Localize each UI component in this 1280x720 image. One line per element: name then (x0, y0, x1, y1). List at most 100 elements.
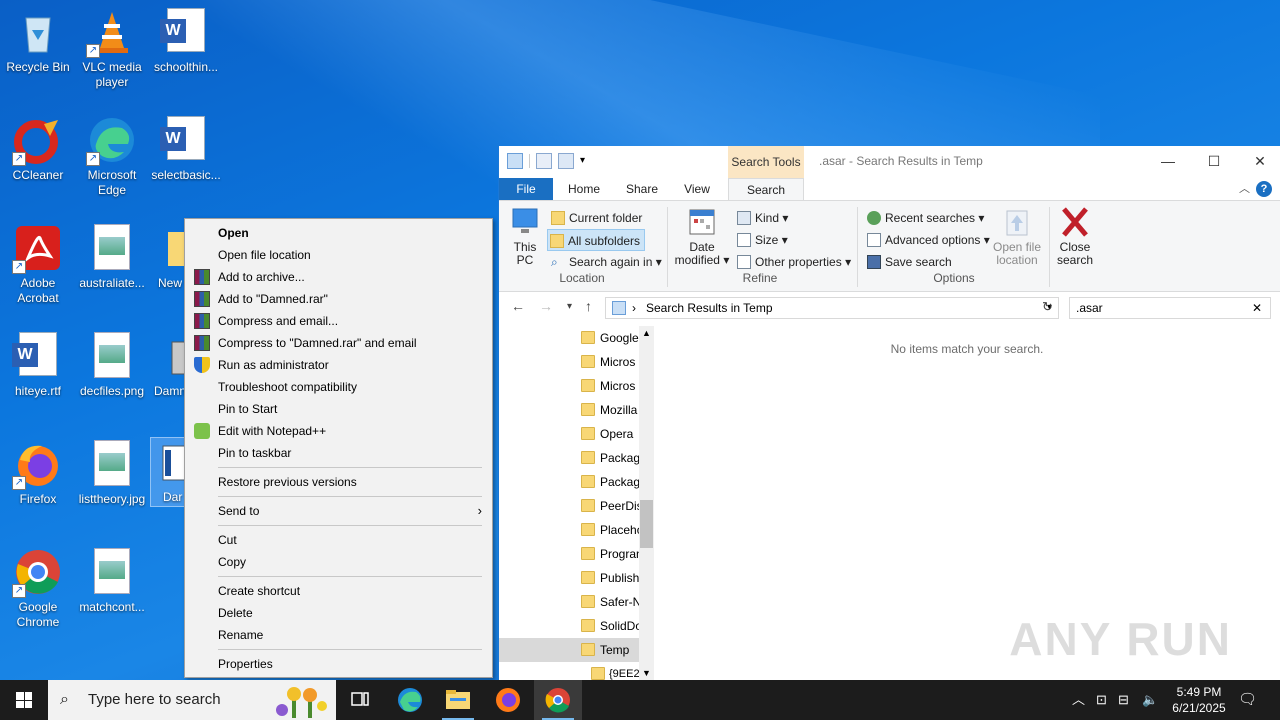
menu-item-create-shortcut[interactable]: Create shortcut (185, 580, 492, 602)
kind-button[interactable]: Kind ▾ (735, 207, 788, 229)
all-subfolders-button[interactable]: All subfolders (547, 229, 646, 251)
nav-folder-item[interactable]: Micros (499, 374, 639, 398)
menu-item-run-as-administrator[interactable]: Run as administrator (185, 354, 492, 376)
nav-folder-item[interactable]: Progran (499, 542, 639, 566)
desktop-icon-acrobat[interactable]: ↗ Adobe Acrobat (0, 224, 76, 306)
menu-item-cut[interactable]: Cut (185, 529, 492, 551)
tab-share[interactable]: Share (617, 178, 667, 200)
help-icon[interactable]: ? (1256, 181, 1272, 197)
other-properties-button[interactable]: Other properties ▾ (735, 251, 851, 273)
nav-folder-item[interactable]: PeerDis (499, 494, 639, 518)
nav-folder-item[interactable]: {9EE29 (499, 662, 639, 680)
menu-item-properties[interactable]: Properties (185, 653, 492, 675)
menu-item-send-to[interactable]: Send to › (185, 500, 492, 522)
menu-item-open-file-location[interactable]: Open file location (185, 244, 492, 266)
refresh-button[interactable]: ↻ (1042, 299, 1053, 315)
menu-item-edit-with-notepadpp[interactable]: Edit with Notepad++ (185, 420, 492, 442)
tab-file[interactable]: File (499, 178, 553, 200)
desktop-icon-ccleaner[interactable]: ↗ CCleaner (0, 116, 76, 183)
recent-searches-button[interactable]: Recent searches ▾ (865, 207, 984, 229)
menu-item-delete[interactable]: Delete (185, 602, 492, 624)
up-button[interactable]: ↑ (585, 298, 592, 314)
desktop-icon-selectbasic[interactable]: W selectbasic... (148, 116, 224, 183)
nav-folder-item[interactable]: Opera (499, 422, 639, 446)
nav-scrollbar[interactable]: ▲ ▼ (639, 326, 654, 680)
menu-item-copy[interactable]: Copy (185, 551, 492, 573)
desktop-icon-edge[interactable]: ↗ Microsoft Edge (74, 116, 150, 198)
desktop-icon-decfiles[interactable]: decfiles.png (74, 332, 150, 399)
tab-view[interactable]: View (673, 178, 721, 200)
menu-item-compress-to-rar-and-email[interactable]: Compress to "Damned.rar" and email (185, 332, 492, 354)
nav-folder-item[interactable]: Micros (499, 350, 639, 374)
menu-item-troubleshoot-compatibility[interactable]: Troubleshoot compatibility (185, 376, 492, 398)
desktop-icon-damned-selected[interactable]: Dar (150, 437, 186, 507)
network-icon[interactable]: ⊟ (1118, 680, 1129, 720)
current-folder-button[interactable]: Current folder (549, 207, 642, 229)
desktop-icon-schoolthin[interactable]: W schoolthin... (148, 8, 224, 75)
desktop-icon-firefox[interactable]: ↗ Firefox (0, 440, 76, 507)
desktop-icon-hiteye[interactable]: W hiteye.rtf (0, 332, 76, 399)
meet-now-icon[interactable]: ⊡ (1096, 680, 1107, 720)
search-input[interactable]: .asar ✕ (1069, 297, 1271, 319)
nav-folder-item[interactable]: Mozilla (499, 398, 639, 422)
desktop-icon-chrome[interactable]: ↗ Google Chrome (0, 548, 76, 630)
customize-qat-chevron-icon[interactable]: ▾ (580, 153, 590, 169)
menu-item-add-to-archive[interactable]: Add to archive... (185, 266, 492, 288)
tab-search[interactable]: Search (728, 178, 804, 200)
nav-folder-item[interactable]: Safer-N (499, 590, 639, 614)
taskbar-clock[interactable]: 5:49 PM 6/21/2025 (1168, 684, 1230, 716)
menu-item-pin-to-start[interactable]: Pin to Start (185, 398, 492, 420)
taskbar-search-box[interactable]: ⌕ Type here to search (48, 680, 336, 720)
scroll-up-arrow-icon[interactable]: ▲ (639, 326, 654, 340)
show-hidden-icons-chevron-icon[interactable]: ︿ (1072, 680, 1085, 720)
open-file-location-button[interactable]: Open file location (991, 207, 1043, 267)
forward-button[interactable]: → (539, 298, 553, 314)
close-button[interactable]: ✕ (1237, 146, 1280, 176)
menu-item-add-to-damned-rar[interactable]: Add to "Damned.rar" (185, 288, 492, 310)
notifications-icon[interactable]: 🗨 (1238, 680, 1257, 720)
taskbar-file-explorer-button[interactable] (434, 680, 482, 720)
taskbar-chrome-button[interactable] (534, 680, 582, 720)
address-box[interactable]: › Search Results in Temp ▾ (605, 297, 1059, 319)
desktop-icon-matchcont[interactable]: matchcont... (74, 548, 150, 615)
search-again-in-button[interactable]: ⌕ Search again in ▾ (549, 251, 662, 273)
back-button[interactable]: ← (511, 298, 525, 314)
recent-locations-chevron-icon[interactable]: ▾ (567, 301, 572, 312)
task-view-button[interactable] (336, 680, 384, 720)
desktop-icon-recycle-bin[interactable]: Recycle Bin (0, 8, 76, 75)
nav-folder-item-temp-selected[interactable]: Temp (499, 638, 639, 662)
desktop-icon-vlc[interactable]: ↗ VLC media player (74, 8, 150, 90)
menu-item-open[interactable]: Open (185, 222, 492, 244)
nav-folder-item[interactable]: Publish (499, 566, 639, 590)
navigation-pane[interactable]: Google Micros Micros Mozilla Opera Packa… (499, 326, 654, 680)
taskbar-edge-button[interactable] (386, 680, 434, 720)
close-search-button[interactable]: Close search (1055, 207, 1095, 267)
tab-home[interactable]: Home (559, 178, 609, 200)
nav-folder-item[interactable]: Packag (499, 446, 639, 470)
volume-icon[interactable]: 🔈 (1142, 680, 1158, 720)
clear-search-icon[interactable]: ✕ (1252, 298, 1262, 318)
menu-item-pin-to-taskbar[interactable]: Pin to taskbar (185, 442, 492, 464)
desktop-icon-damn[interactable]: Damn (148, 332, 188, 399)
collapse-ribbon-icon[interactable]: ︿ (1239, 180, 1250, 196)
taskbar-firefox-button[interactable] (484, 680, 532, 720)
maximize-button[interactable]: ☐ (1191, 146, 1237, 176)
desktop-icon-australiate[interactable]: australiate... (74, 224, 150, 291)
desktop-icon-listtheory[interactable]: listtheory.jpg (74, 440, 150, 507)
properties-icon[interactable] (536, 153, 552, 169)
desktop-icon-new[interactable]: New (148, 224, 188, 291)
nav-folder-item[interactable]: Placeho (499, 518, 639, 542)
this-pc-button[interactable]: This PC (509, 207, 541, 267)
nav-scrollbar-thumb[interactable] (640, 500, 653, 548)
size-button[interactable]: Size ▾ (735, 229, 788, 251)
date-modified-button[interactable]: Date modified ▾ (673, 207, 731, 267)
advanced-options-button[interactable]: Advanced options ▾ (865, 229, 990, 251)
nav-folder-item[interactable]: SolidDo (499, 614, 639, 638)
menu-item-restore-previous-versions[interactable]: Restore previous versions (185, 471, 492, 493)
nav-folder-item[interactable]: Packag (499, 470, 639, 494)
save-search-button[interactable]: Save search (865, 251, 952, 273)
new-folder-icon[interactable] (558, 153, 574, 169)
start-button[interactable] (0, 680, 48, 720)
nav-folder-item[interactable]: Google (499, 326, 639, 350)
scroll-down-arrow-icon[interactable]: ▼ (639, 666, 654, 680)
